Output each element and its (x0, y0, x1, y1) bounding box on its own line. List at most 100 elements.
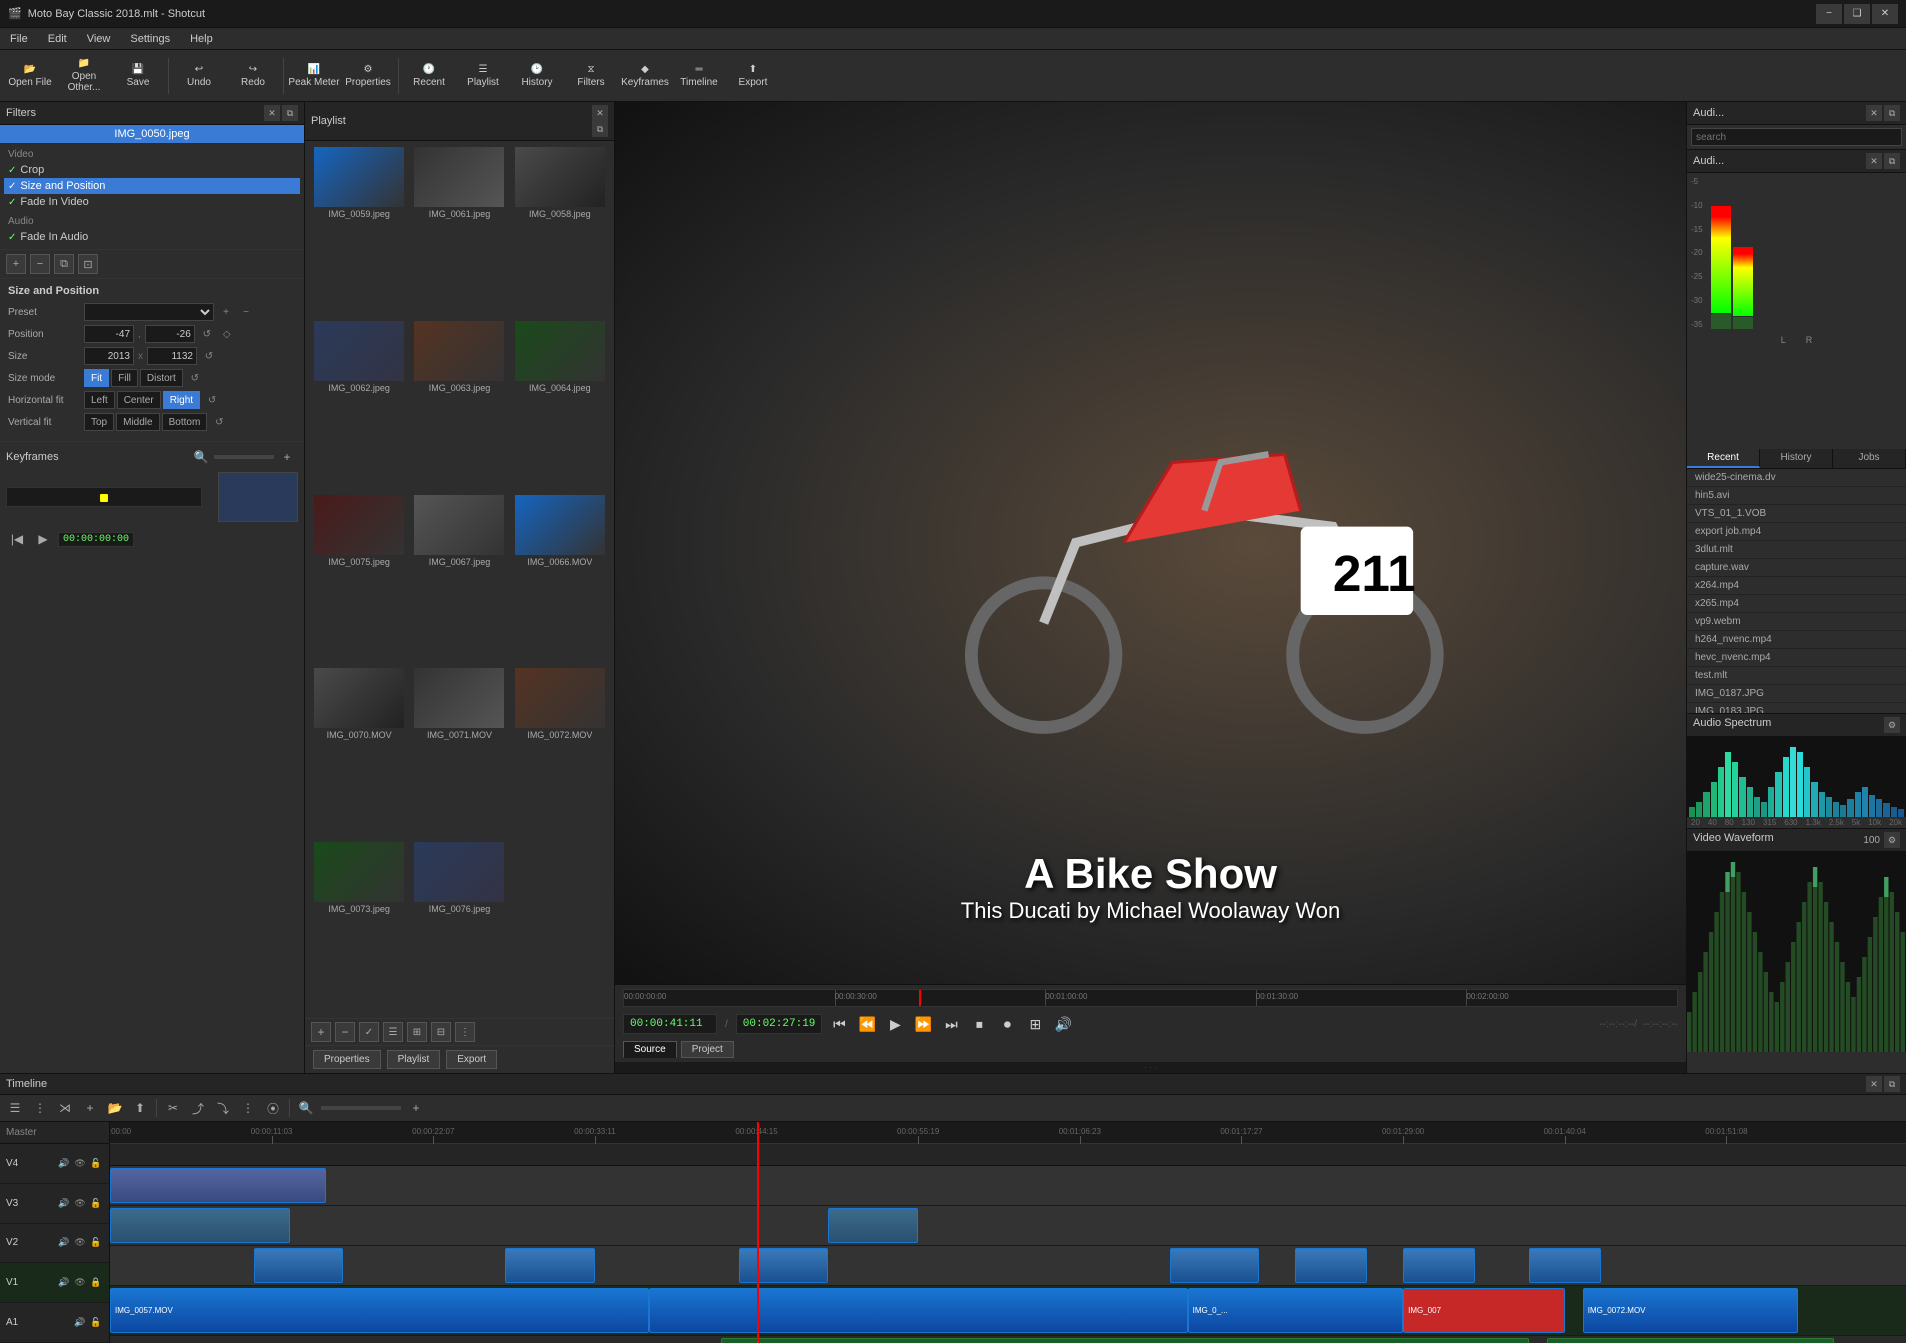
open-other-button[interactable]: 📁 Open Other... (58, 52, 110, 100)
tl-split-button[interactable]: ⋮ (237, 1097, 259, 1119)
export-button[interactable]: ⬆ Export (727, 52, 779, 100)
clip-a1-2[interactable]: Pachyderm_13_Happy_Song_Instrumental.mp3 (1547, 1338, 1834, 1343)
size-mode-distort[interactable]: Distort (140, 369, 183, 387)
kf-prev[interactable]: |◀ (6, 528, 28, 550)
list-item[interactable]: capture.wav (1687, 559, 1906, 577)
clip-v1-4[interactable]: IMG_007 (1403, 1288, 1565, 1333)
h-fit-reset[interactable]: ↺ (204, 392, 220, 408)
size-reset-button[interactable]: ↺ (201, 348, 217, 364)
v-fit-reset[interactable]: ↺ (211, 414, 227, 430)
list-item[interactable]: h264_nvenc.mp4 (1687, 631, 1906, 649)
tl-lift-button[interactable]: ⤴ (187, 1097, 209, 1119)
list-item[interactable]: test.mlt (1687, 667, 1906, 685)
timeline-float-button[interactable]: ⧉ (1884, 1076, 1900, 1092)
list-item[interactable]: IMG_0071.MOV (411, 668, 507, 838)
menu-view[interactable]: View (77, 31, 121, 47)
v3-mute[interactable]: 🔊 (57, 1196, 71, 1210)
preview-timeline-ruler[interactable]: 00:00:00:00 00:00:30:00 00:01:00:00 00:0… (623, 989, 1678, 1007)
filter-fade-in-audio[interactable]: ✓ Fade In Audio (4, 229, 300, 245)
h-fit-left[interactable]: Left (84, 391, 115, 409)
tl-ripple-button[interactable]: ⋊ (54, 1097, 76, 1119)
grid-view-button[interactable]: ⊞ (1024, 1013, 1046, 1035)
v4-eye[interactable]: 👁 (73, 1156, 87, 1170)
save-button[interactable]: 💾 Save (112, 52, 164, 100)
clip-v2-3[interactable] (739, 1248, 829, 1283)
history-button[interactable]: 🕑 History (511, 52, 563, 100)
clip-a1-1[interactable]: IMG_0057.MOV_Pachyderm_...13_Happy_Song_… (721, 1338, 1529, 1343)
tl-zoom-in[interactable]: + (405, 1097, 427, 1119)
recent-search-input[interactable] (1691, 128, 1902, 146)
list-item[interactable]: x265.mp4 (1687, 595, 1906, 613)
skip-to-end-button[interactable]: ⏭ (940, 1013, 962, 1035)
step-forward-button[interactable]: ⏩ (912, 1013, 934, 1035)
size-mode-reset[interactable]: ↺ (187, 370, 203, 386)
timecode-input[interactable] (630, 1018, 710, 1030)
h-fit-center[interactable]: Center (117, 391, 161, 409)
v3-lock[interactable]: 🔓 (89, 1196, 103, 1210)
list-item[interactable]: 3dlut.mlt (1687, 541, 1906, 559)
list-item[interactable]: IMG_0073.jpeg (311, 842, 407, 1012)
filter-fade-in-video[interactable]: ✓ Fade In Video (4, 194, 300, 210)
close-button[interactable]: ✕ (1872, 4, 1898, 24)
waveform-settings[interactable]: ⚙ (1884, 832, 1900, 848)
v4-lock[interactable]: 🔓 (89, 1156, 103, 1170)
preset-remove-button[interactable]: − (238, 304, 254, 320)
menu-edit[interactable]: Edit (38, 31, 77, 47)
list-item[interactable]: IMG_0076.jpeg (411, 842, 507, 1012)
kf-zoom-in[interactable]: + (276, 446, 298, 468)
timeline-button[interactable]: ═ Timeline (673, 52, 725, 100)
peak-meter-button[interactable]: 📊 Peak Meter (288, 52, 340, 100)
right-float-button[interactable]: ⧉ (1884, 105, 1900, 121)
size-h-input[interactable] (147, 347, 197, 365)
list-item[interactable]: IMG_0062.jpeg (311, 321, 407, 491)
record-button[interactable]: ⏺ (996, 1013, 1018, 1035)
tab-history[interactable]: History (1760, 449, 1833, 468)
menu-file[interactable]: File (0, 31, 38, 47)
playlist-view-btn3[interactable]: ⊟ (431, 1022, 451, 1042)
tl-zoom-out[interactable]: 🔍 (295, 1097, 317, 1119)
tl-scrub-button[interactable]: ⦿ (262, 1097, 284, 1119)
timeline-close-button[interactable]: ✕ (1866, 1076, 1882, 1092)
tl-cut-button[interactable]: ✂ (162, 1097, 184, 1119)
skip-to-start-button[interactable]: ⏮ (828, 1013, 850, 1035)
clip-v1-2[interactable] (649, 1288, 1188, 1333)
playlist-button[interactable]: ☰ Playlist (457, 52, 509, 100)
playlist-grid-view-btn[interactable]: ⊞ (407, 1022, 427, 1042)
clip-v1-5[interactable]: IMG_0072.MOV (1583, 1288, 1799, 1333)
list-item[interactable]: IMG_0187.JPG (1687, 685, 1906, 703)
v4-mute[interactable]: 🔊 (57, 1156, 71, 1170)
playlist-properties-btn[interactable]: Properties (313, 1050, 381, 1069)
list-item[interactable]: hevc_nvenc.mp4 (1687, 649, 1906, 667)
list-item[interactable]: IMG_0064.jpeg (512, 321, 608, 491)
preset-select[interactable] (84, 303, 214, 321)
playlist-close-button[interactable]: ✕ (592, 105, 608, 121)
filters-button[interactable]: ⧖ Filters (565, 52, 617, 100)
properties-button[interactable]: ⚙ Properties (342, 52, 394, 100)
vu-float-button[interactable]: ⧉ (1884, 153, 1900, 169)
size-mode-fit[interactable]: Fit (84, 369, 109, 387)
playlist-float-button[interactable]: ⧉ (592, 121, 608, 137)
vu-close-button[interactable]: ✕ (1866, 153, 1882, 169)
list-item[interactable]: IMG_0059.jpeg (311, 147, 407, 317)
clip-v3-1[interactable] (110, 1208, 290, 1243)
kf-zoom-slider[interactable] (214, 455, 274, 459)
play-button[interactable]: ▶ (884, 1013, 906, 1035)
clip-v1-1[interactable]: IMG_0057.MOV (110, 1288, 649, 1333)
filter-add-button[interactable]: + (6, 254, 26, 274)
a1-lock[interactable]: 🔓 (89, 1316, 103, 1330)
position-anim-button[interactable]: ◇ (219, 326, 235, 342)
tab-jobs[interactable]: Jobs (1833, 449, 1906, 468)
playlist-playlist-btn[interactable]: Playlist (387, 1050, 441, 1069)
tl-ripple-delete-button[interactable]: ⤵ (212, 1097, 234, 1119)
filters-float-button[interactable]: ⧉ (282, 105, 298, 121)
size-w-input[interactable] (84, 347, 134, 365)
v1-lock[interactable]: 🔒 (89, 1276, 103, 1290)
kf-play[interactable]: ▶ (32, 528, 54, 550)
position-y-input[interactable] (145, 325, 195, 343)
filter-paste-button[interactable]: ⊡ (78, 254, 98, 274)
clip-v2-4[interactable] (1170, 1248, 1260, 1283)
filter-size-position[interactable]: ✓ Size and Position (4, 178, 300, 194)
right-close-button[interactable]: ✕ (1866, 105, 1882, 121)
tl-open-folder-button[interactable]: 📂 (104, 1097, 126, 1119)
kf-zoom-out[interactable]: 🔍 (190, 446, 212, 468)
